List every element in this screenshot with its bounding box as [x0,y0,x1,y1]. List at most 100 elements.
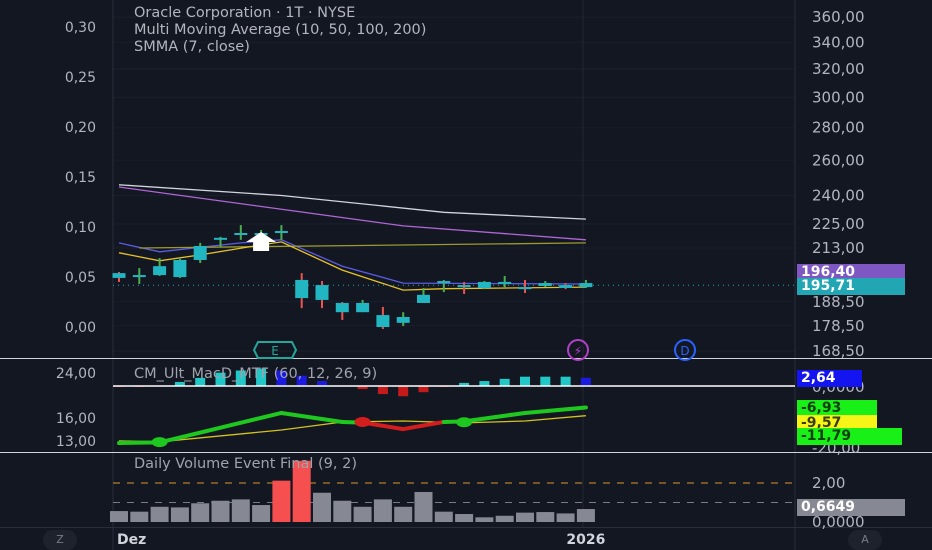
candle-body[interactable] [295,279,309,299]
volume-bar [170,507,189,522]
price-axis-label: 178,50 [812,317,865,335]
volume-bar [110,511,128,522]
volume-bar [313,492,331,522]
candle-body[interactable] [477,281,491,289]
volume-bar [252,505,271,522]
candle-body[interactable] [376,315,390,328]
volume-bar [394,506,413,522]
volume-bar [373,499,392,522]
volume-bar [150,506,169,522]
indicator-multi-ma[interactable]: Multi Moving Average (10, 50, 100, 200) [134,22,426,39]
earnings-event-label: E [271,344,279,358]
volume-bar [516,512,534,522]
volume-bar [130,511,149,522]
macd-left-axis-label: 24,00 [56,366,96,382]
volume-bar [434,511,453,522]
time-axis-label: 2026 [566,532,605,548]
macd-line-segment [462,410,527,424]
price-axis-label: 320,00 [812,60,865,78]
price-axis-label: 168,50 [812,342,865,360]
macd-histogram-bar [418,386,429,393]
price-axis-label: 225,00 [812,215,865,233]
volume-bar [333,500,352,522]
candle-body[interactable] [173,259,187,278]
macd-left-axis-label: 13,00 [56,434,96,450]
macd-cross-dot [456,417,473,428]
volume-bar [272,480,291,522]
candle-body[interactable] [579,283,593,288]
candle-body[interactable] [335,302,349,313]
volume-bar [211,500,230,522]
symbol-title[interactable]: Oracle Corporation · 1T · NYSE [134,5,426,22]
macd-histogram-bar [520,376,530,386]
macd-line-segment [279,410,345,424]
macd-histogram-bar [499,378,510,386]
price-axis-label: 260,00 [812,151,865,169]
candle-body[interactable] [559,285,573,289]
candle-body[interactable] [457,285,471,288]
candle-body[interactable] [437,281,451,284]
price-axis-label: 213,00 [812,239,865,257]
volume-bar [536,512,555,522]
macd-cross-dot [354,416,371,427]
moving-average-line [118,239,586,285]
macd-histogram-bar [377,386,388,395]
macd-histogram-bar [580,377,591,386]
macd-value-tag: -11,79 [797,427,902,445]
volume-bar [231,499,250,522]
volume-title[interactable]: Daily Volume Event Final (9, 2) [134,456,357,473]
time-axis-label: Dez [117,532,146,548]
price-axis-label: 240,00 [812,187,865,205]
volume-bar [475,517,494,522]
candle-body[interactable] [153,266,167,276]
candle-body[interactable] [356,302,370,313]
candle-body[interactable] [315,285,329,300]
candle-body[interactable] [518,287,532,290]
macd-value-tag: 2,64 [797,369,862,387]
chart-legend: Oracle Corporation · 1T · NYSE Multi Mov… [134,5,426,56]
macd-title[interactable]: CM_Ult_MacD_MTF (60, 12, 26, 9) [134,366,377,383]
price-axis-label: 188,50 [812,293,865,311]
price-axis-label: 360,00 [812,8,865,26]
left-axis-label: 0,30 [65,20,96,36]
split-event-label: ⚡ [574,344,582,358]
candle-body[interactable] [498,281,512,284]
candle-body[interactable] [132,275,146,278]
moving-average-line [118,184,586,220]
price-axis-label: 280,00 [812,119,865,137]
indicator-smma[interactable]: SMMA (7, close) [134,39,426,56]
candle-body[interactable] [396,316,410,323]
left-axis-label: 0,10 [65,220,96,236]
left-axis-label: 0,00 [65,320,96,336]
moving-average-line [118,186,586,241]
candle-body[interactable] [274,231,288,234]
candle-body[interactable] [417,294,430,303]
macd-line-segment [157,410,284,445]
volume-bar [191,503,210,522]
candle-body[interactable] [214,237,227,240]
candle-body[interactable] [234,233,248,236]
volume-bar [576,509,595,522]
macd-histogram-bar [398,386,409,397]
auto-scale-button[interactable]: A [848,530,882,550]
volume-bar [495,515,514,522]
volume-value-tag: 0,6649 [797,498,905,516]
macd-signal-line [118,415,586,443]
auto-zoom-left-button[interactable]: Z [43,530,77,550]
candle-body[interactable] [112,273,126,278]
volume-bar [455,514,474,522]
macd-cross-dot [151,437,168,448]
macd-line-segment [401,419,446,432]
candle-body[interactable] [193,245,207,260]
left-axis-label: 0,05 [65,270,96,286]
left-axis-label: 0,15 [65,170,96,186]
macd-line-segment [523,405,588,415]
macd-left-axis-label: 16,00 [56,411,96,427]
macd-histogram-bar [540,376,551,386]
volume-bar [414,491,433,522]
candle-body[interactable] [538,283,552,286]
volume-bar [353,506,372,522]
volume-bar [556,513,575,522]
macd-histogram-bar [560,376,571,386]
dividend-event-label: D [680,344,689,358]
